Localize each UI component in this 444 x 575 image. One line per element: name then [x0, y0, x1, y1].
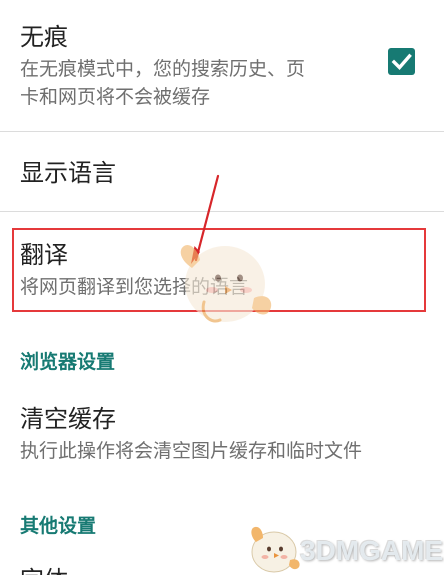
setting-next-item-title: 字体: [20, 565, 68, 575]
setting-clear-cache-title: 清空缓存: [20, 405, 116, 433]
setting-incognito-desc-line1: 在无痕模式中，您的搜索历史、页: [20, 58, 306, 80]
check-icon: [391, 53, 412, 70]
setting-clear-cache-desc: 执行此操作将会清空图片缓存和临时文件: [20, 440, 363, 462]
highlight-box: [12, 228, 426, 312]
incognito-checkbox[interactable]: [388, 48, 415, 75]
section-header-browser-settings: 浏览器设置: [20, 351, 116, 373]
setting-display-language-title: 显示语言: [20, 159, 116, 187]
settings-screen: 无痕 在无痕模式中，您的搜索历史、页 卡和网页将不会被缓存 显示语言 翻译 将网…: [0, 0, 444, 575]
setting-incognito-desc-line2: 卡和网页将不会被缓存: [20, 86, 211, 108]
section-header-other-settings: 其他设置: [20, 515, 97, 537]
logo-wordmark: 3DMGAME: [300, 535, 444, 566]
setting-incognito[interactable]: 无痕 在无痕模式中，您的搜索历史、页 卡和网页将不会被缓存: [0, 0, 444, 130]
setting-clear-cache[interactable]: 清空缓存 执行此操作将会清空图片缓存和临时文件: [0, 390, 444, 480]
setting-incognito-title: 无痕: [20, 23, 68, 51]
setting-display-language[interactable]: 显示语言: [0, 132, 444, 210]
